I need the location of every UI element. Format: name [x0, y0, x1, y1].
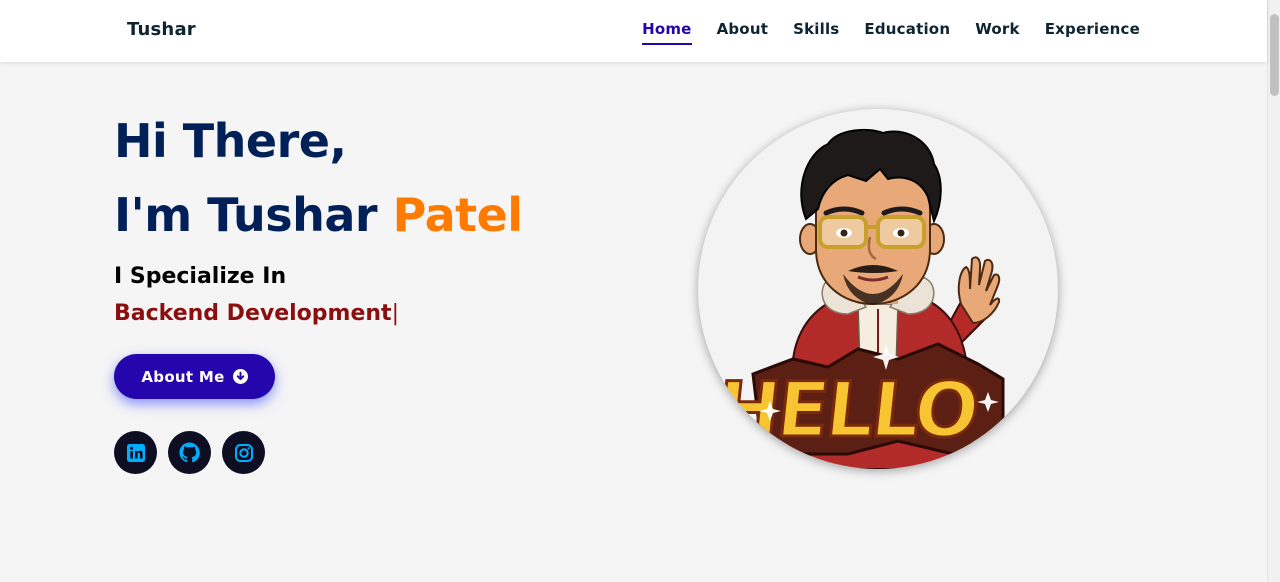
nav-experience[interactable]: Experience — [1045, 20, 1140, 45]
hero-greeting: Hi There, — [114, 114, 347, 168]
hero-name: I'm Tushar Patel — [114, 188, 523, 242]
instagram-button[interactable] — [222, 431, 265, 474]
about-me-label: About Me — [141, 367, 225, 386]
site-logo[interactable]: Tushar — [127, 19, 196, 40]
nav-about[interactable]: About — [717, 20, 769, 45]
linkedin-button[interactable] — [114, 431, 157, 474]
typed-cursor: | — [391, 301, 399, 326]
specialize-label: I Specialize In — [114, 264, 287, 289]
nav-education[interactable]: Education — [864, 20, 950, 45]
page-scrollbar[interactable] — [1267, 0, 1280, 582]
site-header: Tushar Home About Skills Education Work … — [0, 0, 1267, 62]
svg-text:HELLO: HELLO — [712, 365, 981, 454]
hero-firstname: I'm Tushar — [114, 188, 393, 242]
about-me-button[interactable]: About Me — [114, 354, 275, 399]
scrollbar-thumb[interactable] — [1270, 14, 1279, 96]
nav-work[interactable]: Work — [975, 20, 1020, 45]
bitmoji-avatar-image: HELLO — [711, 128, 1005, 469]
typed-text: Backend Development — [114, 301, 392, 326]
arrow-down-circle-icon — [232, 369, 248, 384]
typed-specialty: Backend Development| — [114, 301, 399, 326]
profile-avatar: HELLO — [698, 109, 1058, 469]
social-links — [114, 431, 265, 474]
github-icon — [179, 442, 200, 463]
github-button[interactable] — [168, 431, 211, 474]
main-nav: Home About Skills Education Work Experie… — [642, 20, 1140, 45]
instagram-icon — [234, 443, 253, 462]
linkedin-icon — [126, 443, 145, 462]
nav-skills[interactable]: Skills — [793, 20, 839, 45]
hero-surname: Patel — [392, 188, 523, 242]
nav-home[interactable]: Home — [642, 20, 692, 45]
